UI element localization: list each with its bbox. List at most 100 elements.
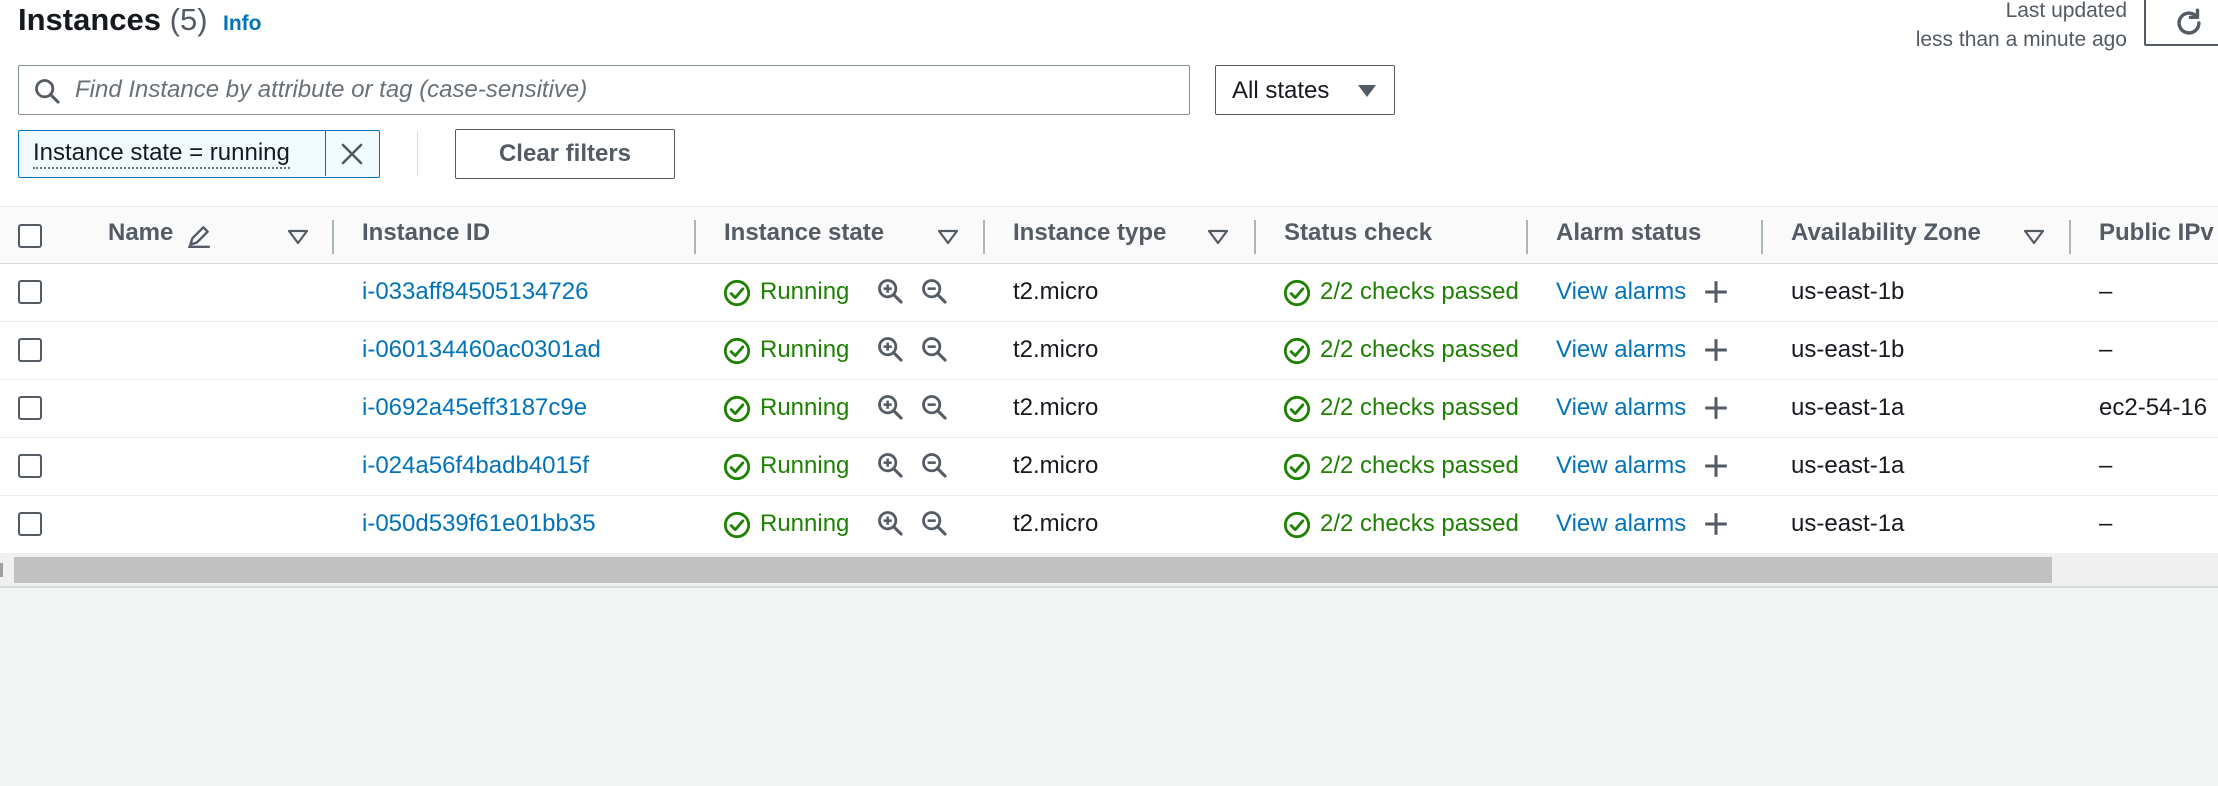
instance-type: t2.micro: [1013, 452, 1099, 479]
scroll-left-arrow[interactable]: [0, 563, 3, 577]
sort-caret-icon[interactable]: [2023, 229, 2045, 250]
table-row[interactable]: i-0692a45eff3187c9e Running t2.micro 2/2 ch…: [0, 380, 2218, 438]
sort-caret-icon[interactable]: [937, 229, 959, 250]
zoom-in-icon[interactable]: [876, 509, 904, 542]
horizontal-scrollbar[interactable]: [0, 553, 2218, 586]
view-alarms-link[interactable]: View alarms: [1556, 336, 1686, 364]
row-checkbox[interactable]: [18, 396, 42, 420]
column-divider[interactable]: [332, 220, 334, 254]
zoom-in-icon[interactable]: [876, 451, 904, 484]
status-check: 2/2 checks passed: [1320, 452, 1519, 479]
availability-zone: us-east-1a: [1791, 452, 1905, 479]
instance-state: Running: [760, 278, 850, 305]
edit-name-icon[interactable]: [186, 223, 212, 254]
remove-filter-button[interactable]: [325, 131, 379, 176]
caret-down-icon: [1358, 85, 1376, 97]
check-circle-icon: [1283, 337, 1311, 370]
check-circle-icon: [1283, 395, 1311, 428]
plus-icon[interactable]: [1703, 337, 1729, 368]
view-alarms-link[interactable]: View alarms: [1556, 394, 1686, 422]
column-header-3[interactable]: Instance type: [1013, 219, 1166, 247]
view-alarms-link[interactable]: View alarms: [1556, 452, 1686, 480]
row-checkbox[interactable]: [18, 512, 42, 536]
column-header-6[interactable]: Availability Zone: [1791, 219, 1981, 247]
plus-icon[interactable]: [1703, 511, 1729, 542]
instance-state: Running: [760, 394, 850, 421]
zoom-out-icon[interactable]: [920, 393, 948, 426]
status-check: 2/2 checks passed: [1320, 278, 1519, 305]
column-header-4[interactable]: Status check: [1284, 219, 1432, 247]
plus-icon[interactable]: [1703, 395, 1729, 426]
column-divider[interactable]: [983, 220, 985, 254]
search-box[interactable]: [18, 65, 1190, 115]
instance-type: t2.micro: [1013, 510, 1099, 537]
row-checkbox[interactable]: [18, 454, 42, 478]
instance-state-select[interactable]: All states: [1215, 65, 1395, 115]
public-ipv4-dns: –: [2099, 452, 2113, 479]
column-header-5[interactable]: Alarm status: [1556, 219, 1701, 247]
instances-table: Name Instance ID Instance state Instance ty…: [0, 206, 2218, 554]
instance-id-link[interactable]: i-060134460ac0301ad: [362, 336, 601, 364]
view-alarms-link[interactable]: View alarms: [1556, 510, 1686, 538]
page-title-text: Instances: [18, 2, 162, 37]
filter-token-label[interactable]: Instance state = running: [33, 141, 290, 169]
zoom-out-icon[interactable]: [920, 335, 948, 368]
sort-caret-icon[interactable]: [287, 229, 309, 250]
table-row[interactable]: i-024a56f4badb4015f Running t2.micro 2/2 ch…: [0, 438, 2218, 496]
zoom-in-icon[interactable]: [876, 393, 904, 426]
plus-icon[interactable]: [1703, 453, 1729, 484]
public-ipv4-dns: ec2-54-16: [2099, 394, 2208, 421]
column-divider[interactable]: [1761, 220, 1763, 254]
column-divider[interactable]: [1254, 220, 1256, 254]
availability-zone: us-east-1b: [1791, 278, 1905, 305]
zoom-out-icon[interactable]: [920, 277, 948, 310]
instance-type: t2.micro: [1013, 278, 1099, 305]
column-header-0[interactable]: Name: [108, 219, 173, 247]
instance-type: t2.micro: [1013, 394, 1099, 421]
check-circle-icon: [723, 395, 751, 428]
column-divider[interactable]: [2069, 220, 2071, 254]
instance-id-link[interactable]: i-0692a45eff3187c9e: [362, 394, 587, 422]
refresh-button[interactable]: [2144, 0, 2218, 46]
refresh-icon: [2177, 8, 2201, 35]
instances-panel: Instances (5) Info Last updated less tha…: [0, 0, 2218, 588]
table-row[interactable]: i-033aff84505134726 Running t2.micro 2/2 ch…: [0, 264, 2218, 322]
scrollbar-thumb[interactable]: [14, 557, 2052, 583]
column-divider[interactable]: [1526, 220, 1528, 254]
search-input[interactable]: [75, 66, 1175, 113]
filter-divider: [417, 132, 418, 176]
sort-caret-icon[interactable]: [1207, 229, 1229, 250]
public-ipv4-dns: –: [2099, 278, 2113, 305]
column-header-1[interactable]: Instance ID: [362, 219, 490, 247]
column-divider[interactable]: [694, 220, 696, 254]
column-header-7[interactable]: Public IPv: [2099, 219, 2214, 247]
instance-id-link[interactable]: i-050d539f61e01bb35: [362, 510, 596, 538]
check-circle-icon: [723, 337, 751, 370]
clear-filters-button[interactable]: Clear filters: [455, 129, 675, 179]
last-updated-label: Last updated: [2005, 0, 2127, 22]
zoom-out-icon[interactable]: [920, 451, 948, 484]
zoom-in-icon[interactable]: [876, 335, 904, 368]
plus-icon[interactable]: [1703, 279, 1729, 310]
availability-zone: us-east-1b: [1791, 336, 1905, 363]
table-header: Name Instance ID Instance state Instance ty…: [0, 206, 2218, 264]
instance-id-link[interactable]: i-024a56f4badb4015f: [362, 452, 589, 480]
view-alarms-link[interactable]: View alarms: [1556, 278, 1686, 306]
zoom-in-icon[interactable]: [876, 277, 904, 310]
info-link[interactable]: Info: [223, 12, 261, 36]
row-checkbox[interactable]: [18, 280, 42, 304]
search-icon: [35, 79, 60, 104]
check-circle-icon: [1283, 279, 1311, 312]
table-row[interactable]: i-060134460ac0301ad Running t2.micro 2/2 ch…: [0, 322, 2218, 380]
check-circle-icon: [1283, 511, 1311, 544]
select-all-checkbox[interactable]: [18, 224, 42, 248]
instance-id-link[interactable]: i-033aff84505134726: [362, 278, 588, 306]
table-row[interactable]: i-050d539f61e01bb35 Running t2.micro 2/2 ch…: [0, 496, 2218, 554]
row-checkbox[interactable]: [18, 338, 42, 362]
zoom-out-icon[interactable]: [920, 509, 948, 542]
instance-state-select-value: All states: [1232, 77, 1330, 104]
column-header-2[interactable]: Instance state: [724, 219, 884, 247]
page-title: Instances (5): [18, 2, 208, 38]
check-circle-icon: [723, 453, 751, 486]
public-ipv4-dns: –: [2099, 510, 2113, 537]
